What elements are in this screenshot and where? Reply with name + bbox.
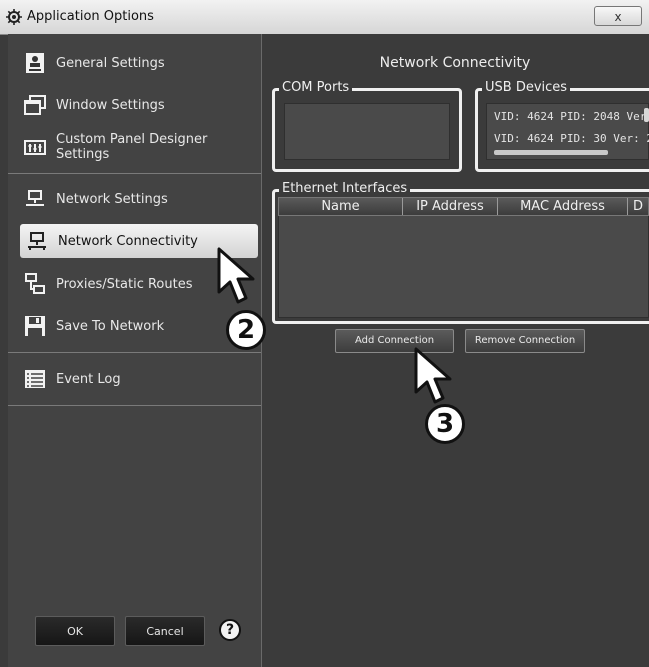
sidebar-item-label: Network Connectivity (58, 233, 198, 249)
general-settings-icon (26, 53, 44, 73)
sidebar-item-event-log[interactable]: Event Log (18, 362, 256, 396)
usb-devices-label: USB Devices (482, 81, 571, 95)
page-title: Network Connectivity (379, 55, 531, 71)
list-item[interactable]: VID: 4624 PID: 30 Ver: 2 (494, 132, 649, 145)
network-icon (26, 190, 44, 206)
ok-button[interactable]: OK (35, 616, 115, 646)
cursor-arrow-icon (217, 247, 255, 304)
save-icon (25, 316, 45, 336)
sidebar-item-network-settings[interactable]: Network Settings (18, 182, 256, 216)
cursor-arrow-icon (414, 347, 452, 404)
list-item[interactable]: VID: 4624 PID: 2048 Ver: (494, 110, 649, 123)
help-button[interactable]: ? (219, 619, 241, 641)
sidebar-item-label: General Settings (56, 55, 165, 71)
sidebar-item-save-to-network[interactable]: Save To Network (18, 309, 256, 343)
sidebar (8, 34, 262, 667)
usb-vertical-scrollbar[interactable] (644, 108, 649, 122)
sidebar-item-label: Window Settings (56, 97, 165, 113)
window-title: Application Options (27, 9, 154, 24)
com-ports-list[interactable] (284, 103, 450, 160)
remove-connection-button[interactable]: Remove Connection (465, 329, 585, 353)
column-header-ip-address[interactable]: IP Address (403, 198, 498, 215)
sidebar-item-label: Custom Panel Designer Settings (56, 132, 208, 162)
table-header: Name IP Address MAC Address D (278, 197, 649, 216)
sidebar-item-label: Network Settings (56, 191, 168, 207)
step-callout-two: 2 (226, 310, 266, 350)
close-button[interactable]: x (594, 6, 642, 26)
sidebar-item-label: Save To Network (56, 318, 165, 334)
sidebar-item-general-settings[interactable]: General Settings (18, 46, 256, 80)
column-header-name[interactable]: Name (279, 198, 403, 215)
panel-designer-icon (24, 140, 46, 155)
sidebar-item-custom-panel-designer[interactable]: Custom Panel Designer Settings (18, 130, 256, 164)
cancel-button[interactable]: Cancel (125, 616, 205, 646)
sidebar-divider (8, 405, 261, 406)
sidebar-item-window-settings[interactable]: Window Settings (18, 88, 256, 122)
list-icon (25, 370, 45, 388)
title-bar: Application Options x (0, 0, 649, 35)
gear-icon (6, 9, 22, 25)
sidebar-item-label: Event Log (56, 371, 121, 387)
usb-horizontal-scrollbar[interactable] (494, 150, 608, 155)
step-callout-three: 3 (425, 404, 465, 444)
column-header-mac-address[interactable]: MAC Address (498, 198, 628, 215)
application-options-window: Application Options x General Settings W… (0, 0, 649, 667)
com-ports-label: COM Ports (279, 81, 353, 95)
sidebar-divider (8, 173, 261, 174)
sidebar-divider (8, 352, 261, 353)
network-icon (28, 232, 46, 250)
sidebar-item-label: Proxies/Static Routes (56, 276, 193, 292)
ethernet-interfaces-label: Ethernet Interfaces (279, 182, 411, 196)
window-icon (24, 95, 46, 115)
column-header-d[interactable]: D (628, 198, 648, 215)
routes-icon (25, 273, 45, 294)
